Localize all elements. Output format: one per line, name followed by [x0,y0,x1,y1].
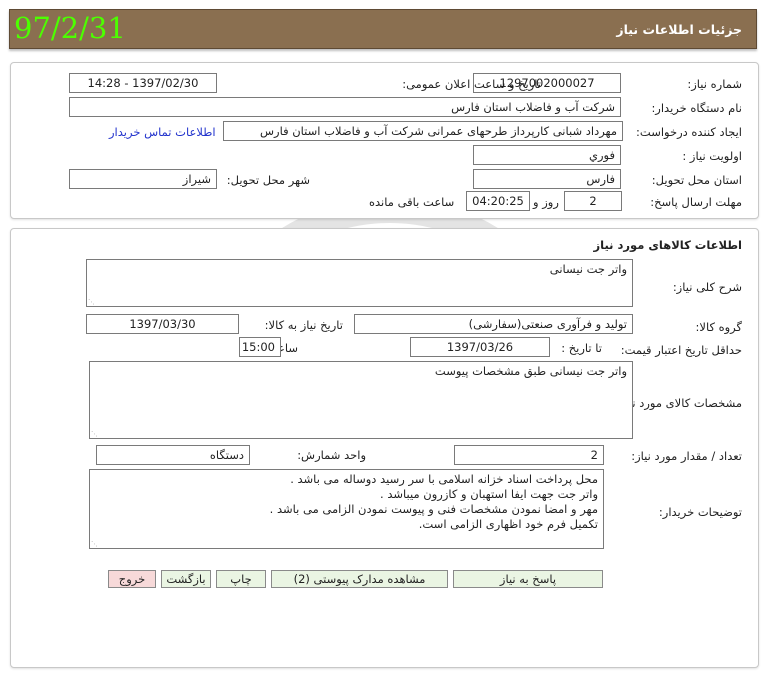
buyer-notes-line: مهر و امضا نمودن مشخصات فنی و پیوست نمود… [269,502,598,516]
specs-text: واتر جت نیسانی طبق مشخصات پیوست [434,364,627,378]
buyer-org-label: نام دستگاه خریدار: [651,101,742,115]
city-field: شیراز [69,169,217,189]
days-field: 2 [564,191,622,211]
goods-group-label: گروه کالا: [695,320,742,334]
days-and-label: روز و [533,195,559,209]
priority-label: اولویت نیاز : [682,149,742,163]
view-attachments-button[interactable]: مشاهده مدارک پیوستی (2) [271,570,448,588]
goods-group-field: تولید و فرآوری صنعتی(سفارشی) [354,314,633,334]
page-title: جزئیات اطلاعات نیاز [616,22,742,37]
resize-grip-icon[interactable]: ⋰ [88,299,95,306]
buyer-contact-link[interactable]: اطلاعات تماس خریدار [109,125,216,139]
until-date-label: تا تاریخ : [561,341,602,355]
city-label: شهر محل تحویل: [226,173,310,187]
description-text: واتر جت نیسانی [549,262,627,276]
goods-info-panel: اطلاعات کالاهای مورد نیاز شرح کلی نیاز: … [10,228,759,668]
province-label: استان محل تحویل: [651,173,742,187]
back-button[interactable]: بازگشت [161,570,211,588]
time-remaining-label: ساعت باقی مانده [369,195,455,209]
hour-field: 15:00 [239,337,281,357]
resize-grip-icon[interactable]: ⋰ [91,431,98,438]
province-field: فارس [473,169,621,189]
buyer-notes-line: تکمیل فرم خود اظهاری الزامی است. [418,517,598,531]
reply-button[interactable]: پاسخ به نیاز [453,570,603,588]
print-button[interactable]: چاپ [216,570,266,588]
description-field: واتر جت نیسانی ⋰ [86,259,633,307]
price-validity-label: حداقل تاریخ اعتبار قیمت: [620,343,742,357]
quantity-label: تعداد / مقدار مورد نیاز: [631,449,742,463]
need-details-panel: شماره نیاز: 1297002000027 تاریخ و ساعت ا… [10,62,759,219]
buyer-notes-line: واتر جت جهت ایفا استهبان و کازرون میباشد… [380,487,598,501]
exit-button[interactable]: خروج [108,570,156,588]
buyer-org-field: شرکت آب و فاضلاب استان فارس [69,97,621,117]
quantity-field: 2 [454,445,604,465]
requester-field: مهرداد شبانی کارپرداز طرحهای عمرانی شرکت… [223,121,623,141]
requester-label: ایجاد کننده درخواست: [636,125,742,139]
announce-datetime-label: تاریخ و ساعت اعلان عمومی: [402,77,541,91]
description-label: شرح کلی نیاز: [672,280,742,294]
goods-section-title: اطلاعات کالاهای مورد نیاز [593,238,742,252]
time-remaining-field: 04:20:25 [466,191,530,211]
unit-field: دستگاه [96,445,250,465]
unit-label: واحد شمارش: [297,448,366,462]
specs-field: واتر جت نیسانی طبق مشخصات پیوست ⋰ [89,361,633,439]
need-number-label: شماره نیاز: [687,77,742,91]
deadline-label: مهلت ارسال پاسخ: [650,195,742,209]
announce-datetime-field: 1397/02/30 - 14:28 [69,73,217,93]
buyer-notes-line: محل پرداخت اسناد خزانه اسلامی با سر رسید… [290,472,598,486]
buyer-notes-label: توضیحات خریدار: [658,505,742,519]
specs-label: مشخصات کالای مورد نیاز: [615,396,742,410]
resize-grip-icon[interactable]: ⋰ [91,541,98,548]
until-date-field: 1397/03/26 [410,337,550,357]
need-date-field: 1397/03/30 [86,314,239,334]
priority-field: فوري [473,145,621,165]
buyer-notes-field: محل پرداخت اسناد خزانه اسلامی با سر رسید… [89,469,604,549]
date-stamp: 97/2/31 [14,11,126,45]
page-header: جزئیات اطلاعات نیاز 97/2/31 [9,9,757,49]
need-date-label: تاریخ نیاز به کالا: [264,318,343,332]
